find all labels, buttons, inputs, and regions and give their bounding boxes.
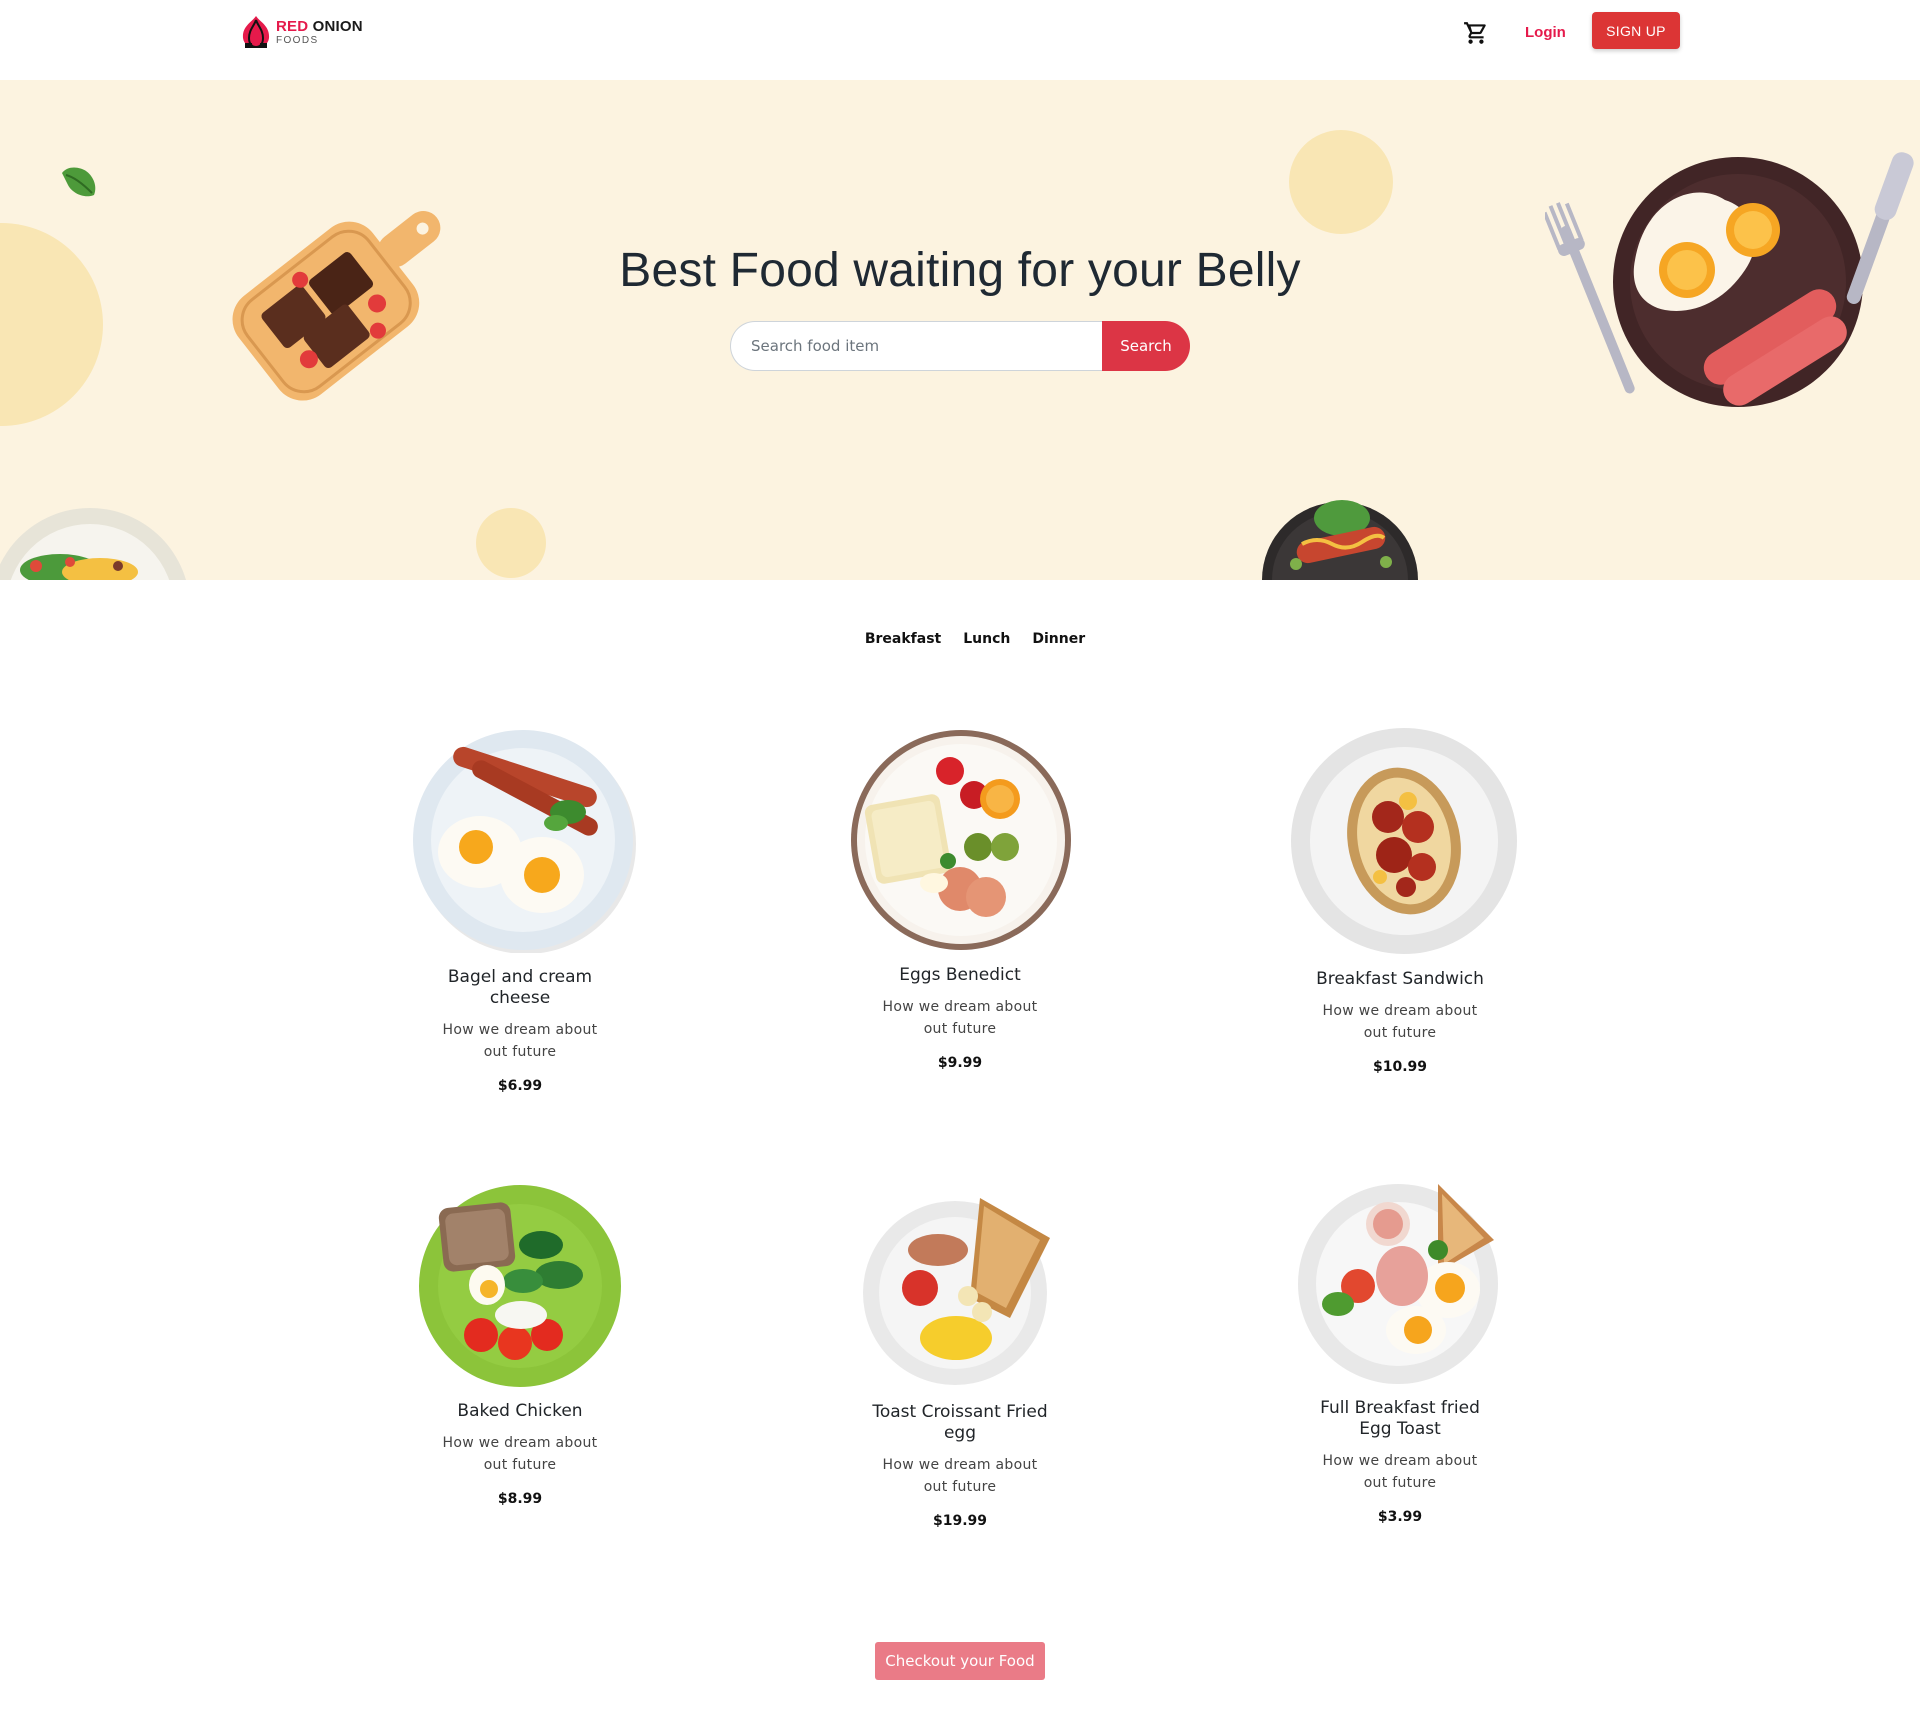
deco-circle-top <box>1289 130 1393 234</box>
food-image <box>851 730 1071 950</box>
tab-lunch[interactable]: Lunch <box>963 631 1010 647</box>
search-button[interactable]: Search <box>1102 321 1190 371</box>
tab-breakfast[interactable]: Breakfast <box>865 631 941 647</box>
food-price: $9.99 <box>937 1055 983 1071</box>
signup-button[interactable]: SIGN UP <box>1592 12 1680 49</box>
food-name: Eggs Benedict <box>899 965 1021 985</box>
salad-plate-illustration <box>0 508 186 580</box>
site-header: RED ONION FOODS Login SIGN UP <box>0 0 1920 80</box>
food-description: How we dream about out future <box>442 1022 598 1060</box>
cart-icon[interactable] <box>1463 20 1489 46</box>
brand-tagline: FOODS <box>276 34 319 46</box>
leaf-icon <box>62 167 96 197</box>
food-description: How we dream about out future <box>882 1457 1038 1495</box>
food-description: How we dream about out future <box>1322 1453 1478 1491</box>
onion-logo-icon <box>242 16 270 48</box>
food-card[interactable]: Eggs Benedict How we dream about out fut… <box>850 729 1071 1071</box>
login-link[interactable]: Login <box>1525 24 1566 41</box>
food-price: $6.99 <box>497 1078 543 1094</box>
food-card[interactable]: Toast Croissant Fried egg How we dream a… <box>850 1188 1070 1529</box>
food-image <box>419 1185 621 1387</box>
food-price: $19.99 <box>932 1513 988 1529</box>
food-name: Baked Chicken <box>457 1401 583 1421</box>
food-card[interactable]: Full Breakfast fried Egg Toast How we dr… <box>1290 1180 1510 1525</box>
deco-circle-bottom <box>476 508 546 578</box>
brand-name-red: RED <box>276 17 309 35</box>
food-image <box>1298 1184 1498 1384</box>
food-image <box>863 1198 1050 1385</box>
food-card[interactable]: Breakfast Sandwich How we dream about ou… <box>1290 727 1517 1075</box>
food-card[interactable]: Baked Chicken How we dream about out fut… <box>410 1185 630 1507</box>
food-description: How we dream about out future <box>442 1435 598 1473</box>
hero-title: Best Food waiting for your Belly <box>619 244 1301 297</box>
brand-name-dark: ONION <box>312 17 363 35</box>
checkout-button[interactable]: Checkout your Food <box>875 1642 1045 1680</box>
meal-tabs: Breakfast Lunch Dinner <box>0 631 1920 647</box>
food-name: Toast Croissant Fried egg <box>872 1402 1048 1443</box>
search-input[interactable] <box>730 321 1102 371</box>
food-description: How we dream about out future <box>882 999 1038 1037</box>
food-price: $10.99 <box>1372 1059 1428 1075</box>
food-price: $3.99 <box>1377 1509 1423 1525</box>
hero-banner: Best Food waiting for your Belly Search <box>0 80 1920 580</box>
food-name: Bagel and cream cheese <box>447 967 593 1008</box>
search-bar: Search <box>730 321 1190 371</box>
tab-dinner[interactable]: Dinner <box>1032 631 1085 647</box>
brand-logo[interactable]: RED ONION FOODS <box>240 14 363 50</box>
food-description: How we dream about out future <box>1322 1003 1478 1041</box>
hotdog-bowl-illustration <box>1262 500 1418 580</box>
food-name: Full Breakfast fried Egg Toast <box>1320 1398 1480 1439</box>
food-name: Breakfast Sandwich <box>1316 969 1484 989</box>
food-price: $8.99 <box>497 1491 543 1507</box>
food-card[interactable]: Bagel and cream cheese How we dream abou… <box>410 727 636 1094</box>
food-image <box>1291 728 1517 954</box>
food-image <box>413 730 636 953</box>
